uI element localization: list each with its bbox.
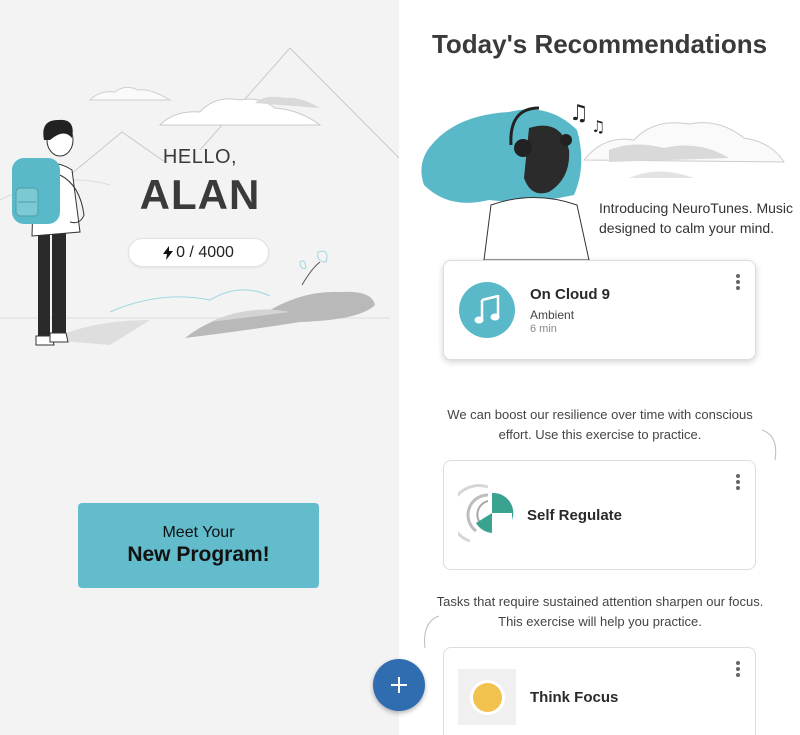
decorative-curve (424, 615, 440, 649)
think-focus-card[interactable]: Think Focus (443, 647, 756, 735)
self-regulate-title: Self Regulate (527, 507, 623, 524)
track-duration: 6 min (530, 323, 557, 335)
add-button[interactable] (373, 659, 425, 711)
points-badge: 0 / 4000 (128, 238, 269, 267)
greeting-hello: HELLO, (162, 146, 238, 168)
neurotunes-intro: Introducing NeuroTunes. Music designed t… (599, 200, 794, 236)
svg-text:♫: ♫ (591, 117, 605, 136)
lightning-bolt-icon (163, 245, 174, 260)
recommendations-title: Today's Recommendations (431, 29, 768, 59)
music-card[interactable]: On Cloud 9 Ambient 6 min (443, 260, 756, 360)
home-panel: HELLO, ALAN 0 / 4000 Meet Your New Progr… (0, 0, 399, 735)
decorative-curve (761, 429, 777, 461)
greeting: HELLO, ALAN (100, 146, 300, 219)
svg-text:♫: ♫ (569, 101, 589, 126)
think-focus-thumbnail (458, 669, 516, 725)
kebab-menu-icon[interactable] (735, 474, 741, 490)
kebab-menu-icon[interactable] (735, 661, 741, 677)
plus-icon (391, 677, 407, 693)
think-focus-description: Tasks that require sustained attention s… (436, 594, 764, 629)
self-regulate-card[interactable]: Self Regulate (443, 460, 756, 570)
recommendations-panel: ♫ ♫ Today's Recommendations Introducing … (399, 0, 800, 735)
track-genre: Ambient (530, 308, 575, 322)
hiker-illustration (0, 47, 399, 346)
kebab-menu-icon[interactable] (735, 274, 741, 290)
think-focus-title: Think Focus (530, 689, 619, 706)
self-regulate-description: We can boost our resilience over time wi… (447, 407, 753, 442)
points-value: 0 / 4000 (176, 243, 234, 261)
meet-new-program-button[interactable]: Meet Your New Program! (78, 503, 319, 588)
self-regulate-icon (458, 484, 514, 543)
program-button-line2: New Program! (127, 543, 270, 566)
user-name: ALAN (139, 171, 261, 218)
music-note-icon (474, 295, 500, 324)
music-thumbnail (459, 282, 515, 338)
sun-icon (472, 682, 502, 712)
program-button-line1: Meet Your (162, 524, 235, 541)
track-title: On Cloud 9 (530, 286, 610, 303)
